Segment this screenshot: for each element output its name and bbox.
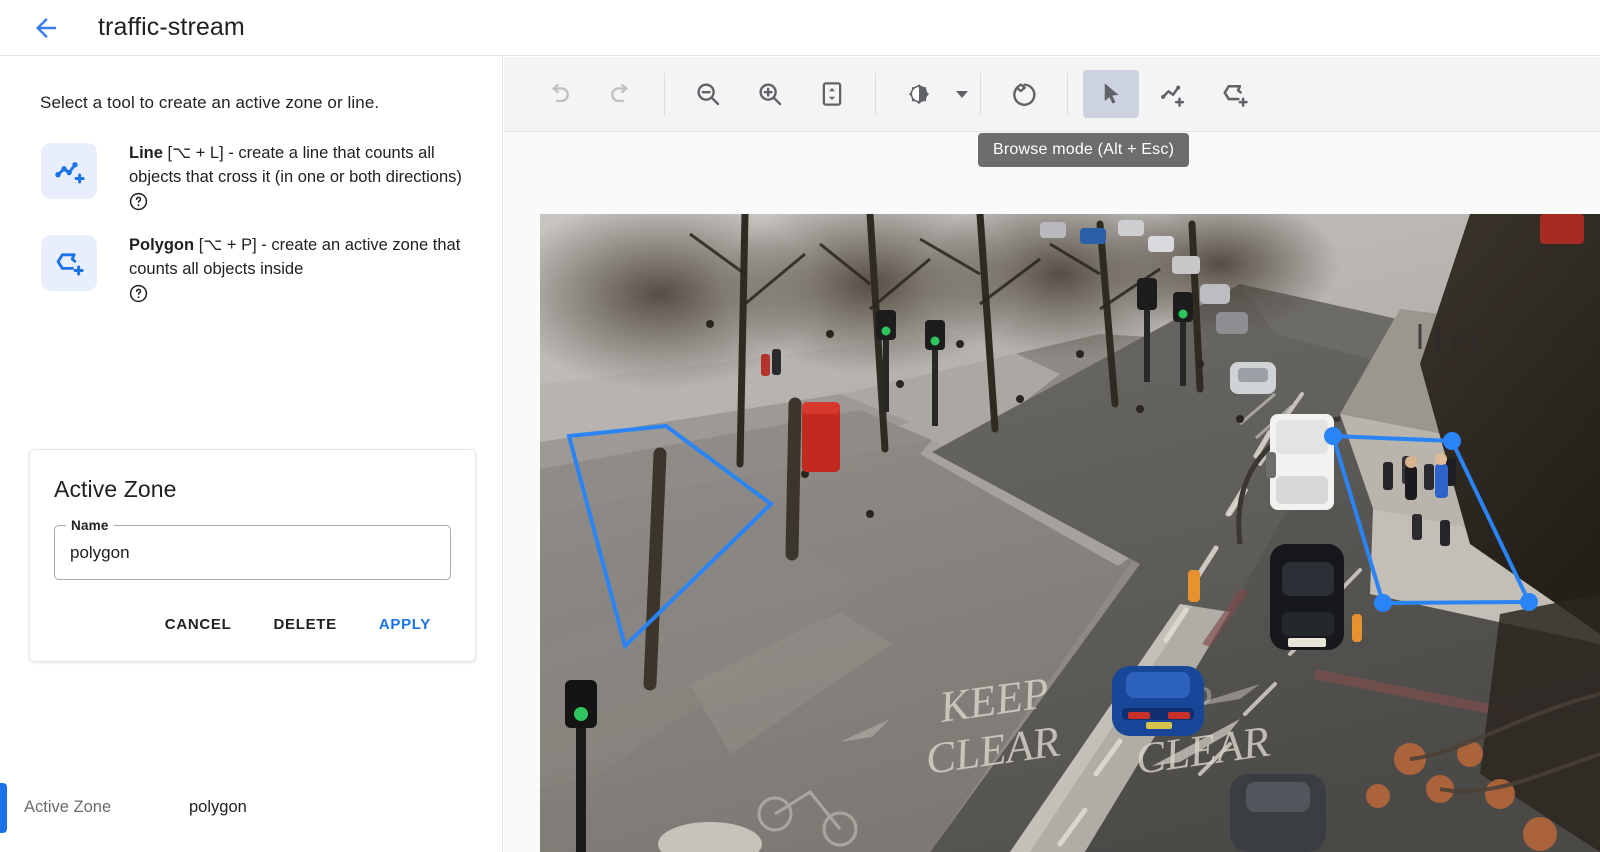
browse-mode-button[interactable] xyxy=(1083,70,1139,118)
canvas-area: Browse mode (Alt + Esc) xyxy=(504,57,1600,852)
zone-item-type: Active Zone xyxy=(24,798,189,817)
tool-item-polygon[interactable]: Polygon [⌥ + P] - create an active zone … xyxy=(0,233,502,303)
add-line-icon xyxy=(1157,78,1189,110)
browse-mode-tooltip: Browse mode (Alt + Esc) xyxy=(978,133,1189,167)
page-title: traffic-stream xyxy=(98,13,245,42)
add-polygon-icon xyxy=(1219,78,1251,110)
active-zone-card: Active Zone Name CANCEL DELETE APPLY xyxy=(29,449,476,662)
apply-button[interactable]: APPLY xyxy=(363,606,447,643)
tool-list: Line [⌥ + L] - create a line that counts… xyxy=(0,141,502,303)
delete-button[interactable]: DELETE xyxy=(257,606,352,643)
add-polygon-button[interactable] xyxy=(1207,70,1263,118)
white-van xyxy=(1266,414,1334,510)
zoom-in-icon xyxy=(755,79,785,109)
sidebar-hint: Select a tool to create an active zone o… xyxy=(40,93,502,113)
zoom-out-icon xyxy=(693,79,723,109)
history-group xyxy=(528,70,652,118)
browse-mode-cursor-icon xyxy=(1096,79,1126,109)
zoom-in-button[interactable] xyxy=(742,70,798,118)
video-viewport[interactable]: KEEP CLEAR CLEAR EP xyxy=(540,214,1600,852)
toolbar-divider xyxy=(875,73,876,115)
chevron-down-icon[interactable] xyxy=(956,91,968,98)
rotate-button[interactable] xyxy=(996,70,1052,118)
card-actions: CANCEL DELETE APPLY xyxy=(54,606,451,643)
polygon-tool-shortcut: [⌥ + P] xyxy=(199,236,257,254)
line-tool-chip xyxy=(41,143,97,199)
toolbar-divider xyxy=(1067,73,1068,115)
zone-list: Active Zone polygon xyxy=(0,769,503,845)
back-button[interactable] xyxy=(22,4,70,52)
toolbar-divider xyxy=(980,73,981,115)
undo-button[interactable] xyxy=(531,70,587,118)
polygon-tool-description: Polygon [⌥ + P] - create an active zone … xyxy=(129,233,474,303)
display-group xyxy=(888,70,968,118)
name-field-label: Name xyxy=(66,518,114,534)
edit-group xyxy=(993,70,1055,118)
vertex-handle[interactable] xyxy=(1520,593,1538,611)
add-polygon-icon xyxy=(52,246,86,280)
brightness-contrast-icon xyxy=(903,78,935,110)
rotate-icon xyxy=(1009,79,1039,109)
cancel-button[interactable]: CANCEL xyxy=(149,606,248,643)
zone-name-input[interactable] xyxy=(70,543,435,563)
redo-button[interactable] xyxy=(593,70,649,118)
vertex-handle[interactable] xyxy=(1443,432,1461,450)
selected-accent-bar xyxy=(0,783,7,833)
active-zone-card-title: Active Zone xyxy=(54,476,451,503)
help-circle-icon[interactable] xyxy=(129,284,148,303)
add-line-icon xyxy=(52,154,86,188)
zoom-group xyxy=(677,70,863,118)
polygon-tool-name: Polygon xyxy=(129,236,194,254)
red-postbox xyxy=(802,402,840,472)
name-field-box[interactable]: Name xyxy=(54,525,451,580)
undo-icon xyxy=(544,79,574,109)
zoom-out-button[interactable] xyxy=(680,70,736,118)
name-field-wrapper: Name xyxy=(54,525,451,580)
black-taxi xyxy=(1270,544,1344,650)
mode-group xyxy=(1080,70,1266,118)
redo-icon xyxy=(606,79,636,109)
tool-item-line[interactable]: Line [⌥ + L] - create a line that counts… xyxy=(0,141,502,211)
app-root: traffic-stream Select a tool to create a… xyxy=(0,0,1600,852)
line-tool-name: Line xyxy=(129,144,163,162)
canvas-toolbar: Browse mode (Alt + Esc) xyxy=(504,57,1600,132)
polygon-tool-chip xyxy=(41,235,97,291)
app-bar: traffic-stream xyxy=(0,0,1600,56)
blue-car xyxy=(1112,666,1204,736)
brightness-contrast-button[interactable] xyxy=(891,70,947,118)
list-item[interactable]: Active Zone polygon xyxy=(0,769,503,845)
arrow-back-icon xyxy=(31,13,61,43)
video-frame: KEEP CLEAR CLEAR EP xyxy=(540,214,1600,852)
fit-height-icon xyxy=(817,79,847,109)
zone-item-name: polygon xyxy=(189,798,247,817)
vertex-handle[interactable] xyxy=(1324,427,1342,445)
help-circle-icon[interactable] xyxy=(129,192,148,211)
traffic-camera-image: KEEP CLEAR CLEAR EP xyxy=(540,214,1600,852)
sidebar: Select a tool to create an active zone o… xyxy=(0,57,503,852)
toolbar-divider xyxy=(664,73,665,115)
add-line-button[interactable] xyxy=(1145,70,1201,118)
fit-height-button[interactable] xyxy=(804,70,860,118)
line-tool-shortcut: [⌥ + L] xyxy=(168,144,224,162)
line-tool-description: Line [⌥ + L] - create a line that counts… xyxy=(129,141,474,211)
vertex-handle[interactable] xyxy=(1374,594,1392,612)
